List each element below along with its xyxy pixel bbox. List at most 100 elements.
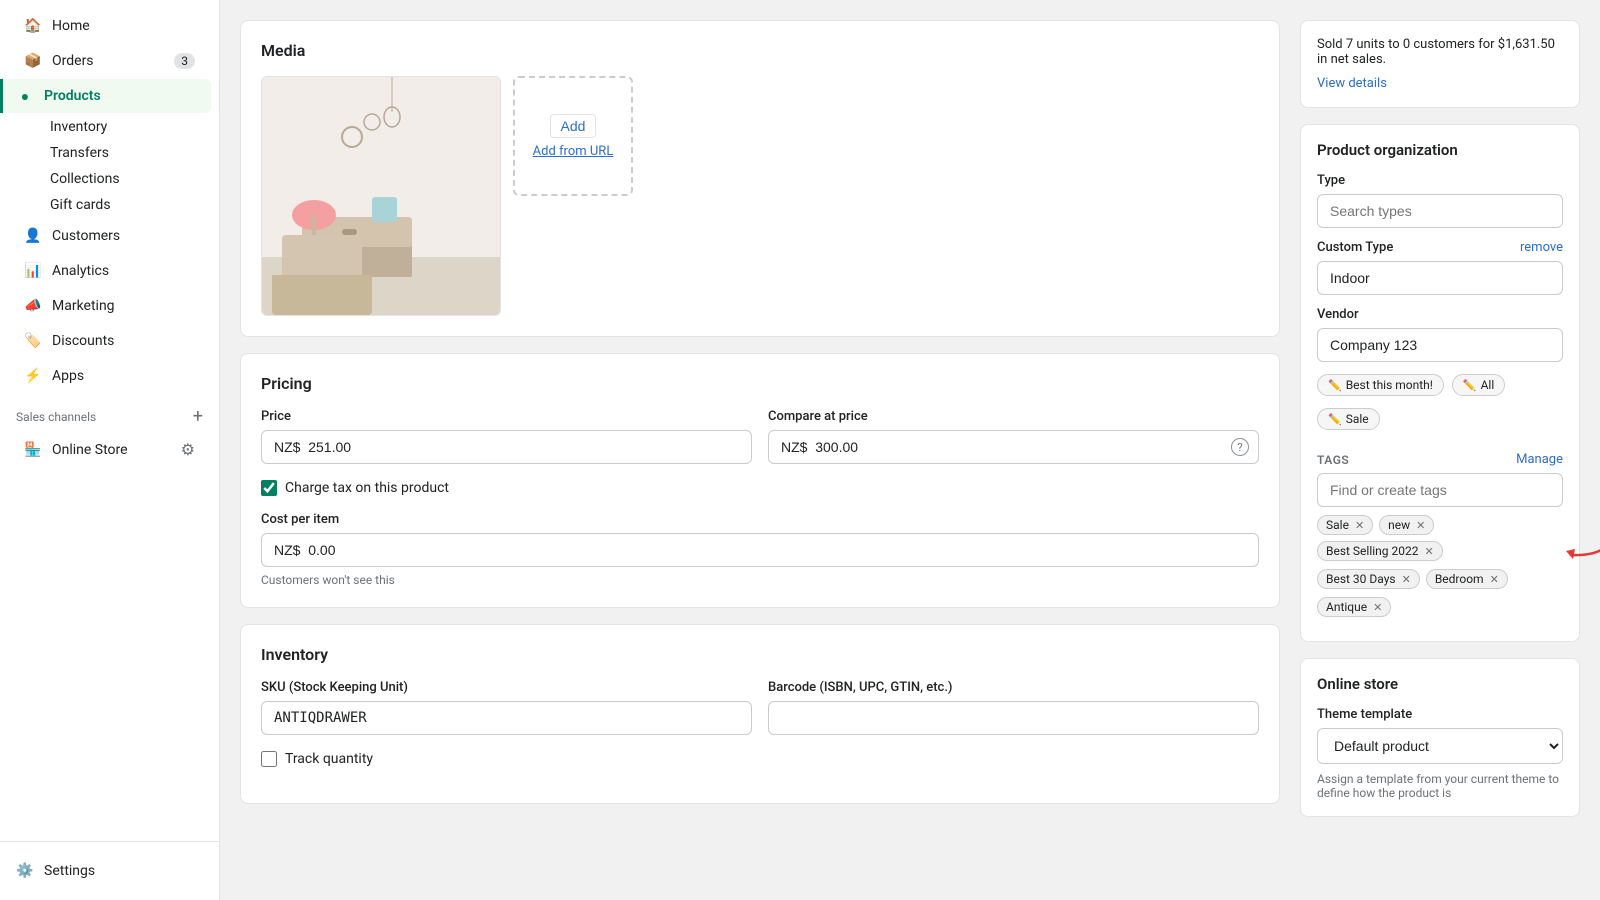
- sidebar-item-products[interactable]: ● Products: [0, 79, 211, 113]
- sidebar-item-products-label: Products: [44, 88, 101, 104]
- custom-type-input[interactable]: [1317, 261, 1563, 295]
- badge-best-month-label: Best this month!: [1346, 378, 1433, 392]
- charge-tax-checkbox[interactable]: [261, 480, 277, 496]
- cost-input[interactable]: [261, 533, 1259, 567]
- theme-template-select[interactable]: Default product: [1317, 728, 1563, 764]
- sales-channels-add-icon[interactable]: +: [193, 406, 203, 427]
- compare-price-input[interactable]: [768, 430, 1259, 464]
- sidebar-item-analytics[interactable]: 📊 Analytics: [8, 254, 211, 288]
- orders-icon: 📦: [24, 52, 42, 70]
- compare-price-label: Compare at price: [768, 409, 1259, 424]
- charge-tax-label: Charge tax on this product: [285, 480, 449, 496]
- price-row: Price Compare at price ?: [261, 409, 1259, 464]
- sidebar-item-customers[interactable]: 👤 Customers: [8, 219, 211, 253]
- badge-sale-label: Sale: [1346, 412, 1369, 426]
- remove-custom-type-link[interactable]: remove: [1520, 240, 1563, 255]
- orders-badge: 3: [174, 53, 195, 69]
- cost-per-item-group: Cost per item Customers won't see this: [261, 512, 1259, 587]
- sidebar-item-orders[interactable]: 📦 Orders 3: [8, 44, 211, 78]
- sales-channels-title: Sales channels: [16, 410, 96, 424]
- track-qty-row: Track quantity: [261, 751, 1259, 767]
- sidebar-item-online-store[interactable]: 🏪 Online Store ⚙: [8, 432, 211, 467]
- tag-antique-label: Antique: [1326, 600, 1367, 614]
- sales-info-card: Sold 7 units to 0 customers for $1,631.5…: [1300, 20, 1580, 108]
- sidebar-item-marketing[interactable]: 📣 Marketing: [8, 289, 211, 323]
- type-input[interactable]: [1317, 194, 1563, 228]
- media-section: Add Add from URL: [261, 76, 1259, 316]
- price-input[interactable]: [261, 430, 752, 464]
- tag-antique-remove[interactable]: ✕: [1373, 601, 1382, 614]
- tag-best-selling-remove[interactable]: ✕: [1425, 545, 1434, 558]
- sidebar-item-marketing-label: Marketing: [52, 298, 115, 314]
- sidebar: 🏠 Home 📦 Orders 3 ● Products Inventory T…: [0, 0, 220, 900]
- apps-icon: ⚡: [24, 367, 42, 385]
- media-main-image[interactable]: [261, 76, 501, 316]
- badge-all-label: All: [1481, 378, 1495, 392]
- sidebar-nav: 🏠 Home 📦 Orders 3 ● Products Inventory T…: [0, 0, 219, 841]
- products-icon: ●: [16, 87, 34, 105]
- product-image-svg: [262, 77, 500, 315]
- media-add-box[interactable]: Add Add from URL: [513, 76, 633, 196]
- tag-best-selling-2022: Best Selling 2022 ✕: [1317, 541, 1443, 561]
- pricing-title: Pricing: [261, 374, 1259, 393]
- barcode-input[interactable]: [768, 701, 1259, 735]
- pricing-card: Pricing Price Compare at price ?: [240, 353, 1280, 608]
- customers-icon: 👤: [24, 227, 42, 245]
- sidebar-bottom: ⚙️ Settings: [0, 841, 219, 900]
- settings-icon: ⚙️: [16, 862, 34, 880]
- sidebar-sub-transfers[interactable]: Transfers: [42, 140, 219, 166]
- add-media-button[interactable]: Add: [550, 114, 597, 138]
- sidebar-sub-collections[interactable]: Collections: [42, 166, 219, 192]
- tag-sale-label: Sale: [1326, 518, 1349, 532]
- home-icon: 🏠: [24, 17, 42, 35]
- sales-channels-section: Sales channels +: [0, 394, 219, 431]
- tag-sale-remove[interactable]: ✕: [1355, 519, 1364, 532]
- sidebar-item-apps-label: Apps: [52, 368, 84, 384]
- cost-note: Customers won't see this: [261, 573, 1259, 587]
- sidebar-sub-inventory[interactable]: Inventory: [42, 114, 219, 140]
- cost-label: Cost per item: [261, 512, 1259, 527]
- tag-best-selling-label: Best Selling 2022: [1326, 544, 1419, 558]
- tag-best-30-remove[interactable]: ✕: [1402, 573, 1411, 586]
- discounts-icon: 🏷️: [24, 332, 42, 350]
- sold-text: Sold 7 units to 0 customers for $1,631.5…: [1317, 37, 1563, 67]
- compare-help-icon[interactable]: ?: [1231, 438, 1249, 456]
- type-label: Type: [1317, 173, 1563, 188]
- settings-label: Settings: [44, 863, 95, 879]
- sidebar-item-orders-label: Orders: [52, 53, 94, 69]
- tag-sale: Sale ✕: [1317, 515, 1373, 535]
- add-from-url-link[interactable]: Add from URL: [533, 144, 614, 159]
- tag-bedroom-remove[interactable]: ✕: [1490, 573, 1499, 586]
- custom-type-label: Custom Type: [1317, 240, 1393, 255]
- manage-tags-link[interactable]: Manage: [1516, 452, 1563, 467]
- tag-new-remove[interactable]: ✕: [1416, 519, 1425, 532]
- sidebar-item-apps[interactable]: ⚡ Apps: [8, 359, 211, 393]
- price-label: Price: [261, 409, 752, 424]
- badge-sale[interactable]: ✏️ Sale: [1317, 408, 1380, 430]
- arrow-annotation: [1561, 517, 1600, 567]
- charge-tax-row: Charge tax on this product: [261, 480, 1259, 496]
- sidebar-sub-products: Inventory Transfers Collections Gift car…: [0, 114, 219, 218]
- view-details-link[interactable]: View details: [1317, 76, 1387, 91]
- sidebar-item-discounts[interactable]: 🏷️ Discounts: [8, 324, 211, 358]
- badge-pills-row: ✏️ Best this month! ✏️ All ✏️ Sale: [1317, 374, 1563, 438]
- sidebar-item-home[interactable]: 🏠 Home: [8, 9, 211, 43]
- settings-item[interactable]: ⚙️ Settings: [16, 854, 203, 888]
- track-qty-checkbox[interactable]: [261, 751, 277, 767]
- online-store-settings-icon[interactable]: ⚙: [181, 440, 195, 459]
- content-area: Media: [220, 0, 1600, 900]
- track-qty-label: Track quantity: [285, 751, 373, 767]
- inventory-card: Inventory SKU (Stock Keeping Unit) Barco…: [240, 624, 1280, 804]
- product-org-title: Product organization: [1317, 141, 1563, 159]
- tag-bedroom: Bedroom ✕: [1426, 569, 1508, 589]
- tag-bedroom-label: Bedroom: [1435, 572, 1484, 586]
- badge-best-this-month[interactable]: ✏️ Best this month!: [1317, 374, 1444, 396]
- tag-new: new ✕: [1379, 515, 1434, 535]
- media-add-panel: Add Add from URL: [513, 76, 633, 316]
- sku-group: SKU (Stock Keeping Unit): [261, 680, 752, 735]
- vendor-input[interactable]: [1317, 328, 1563, 362]
- tags-input[interactable]: [1317, 473, 1563, 507]
- badge-all[interactable]: ✏️ All: [1452, 374, 1505, 396]
- sku-input[interactable]: [261, 701, 752, 735]
- sidebar-sub-giftcards[interactable]: Gift cards: [42, 192, 219, 218]
